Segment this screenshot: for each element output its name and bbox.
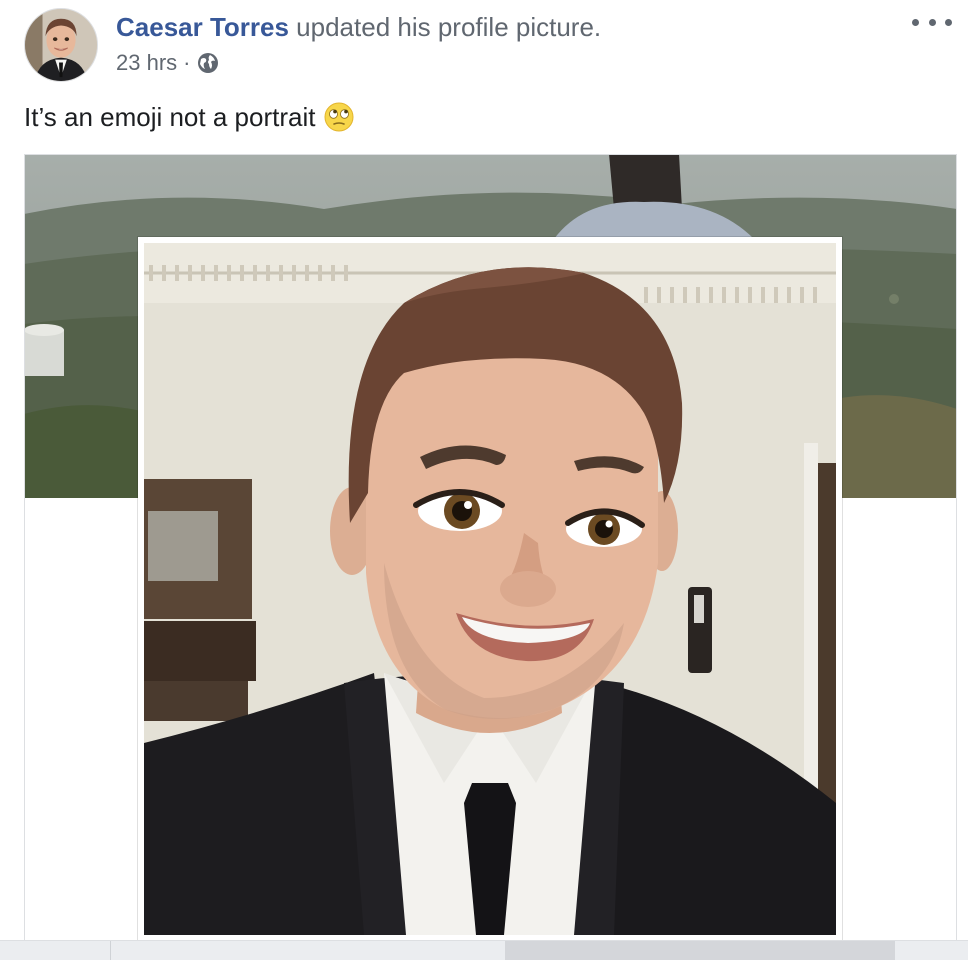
post-message: It’s an emoji not a portrait (24, 100, 355, 134)
author-avatar[interactable] (24, 8, 98, 82)
post-meta: 23 hrs · (116, 50, 220, 76)
more-dot (945, 18, 952, 26)
globe-icon[interactable] (196, 51, 220, 75)
more-options-icon[interactable] (912, 10, 952, 34)
profile-picture[interactable] (138, 237, 842, 941)
scrollbar-segment (110, 941, 111, 960)
post-timestamp[interactable]: 23 hrs (116, 50, 177, 76)
post-action-text: updated his profile picture. (288, 12, 602, 42)
avatar-image (25, 9, 97, 81)
meta-separator: · (183, 50, 191, 75)
scrollbar-thumb[interactable] (505, 941, 895, 960)
more-dot (928, 18, 936, 26)
more-dot (912, 18, 919, 26)
post-header-line: Caesar Torres updated his profile pictur… (116, 12, 601, 42)
feed-post: Caesar Torres updated his profile pictur… (0, 0, 968, 960)
face-with-rolling-eyes-icon (323, 101, 355, 133)
post-message-text: It’s an emoji not a portrait (24, 102, 316, 132)
horizontal-scrollbar[interactable] (0, 940, 968, 960)
author-name-link[interactable]: Caesar Torres (116, 12, 289, 42)
profile-picture-image (144, 243, 836, 935)
